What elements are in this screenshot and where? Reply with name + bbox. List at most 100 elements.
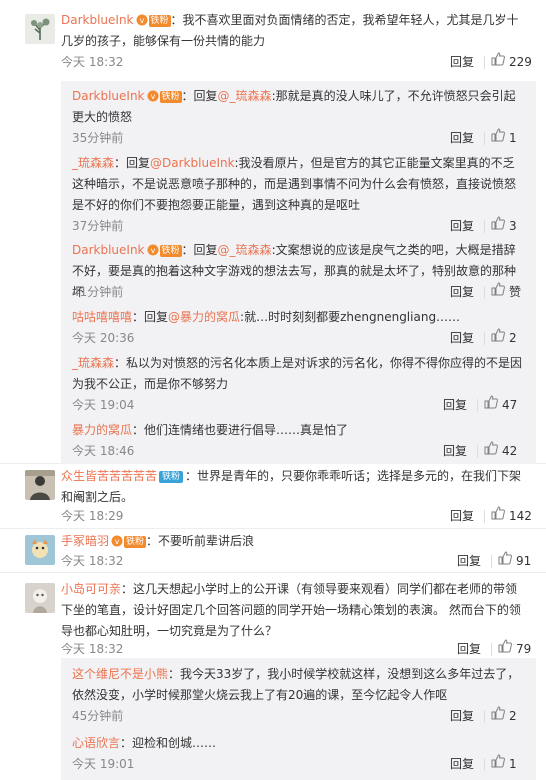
- reply-content: 心语欣言：迎检和创城……: [72, 733, 526, 754]
- fan-badge: 铁粉: [159, 91, 182, 103]
- thumb-up-icon: [491, 506, 505, 527]
- comment-username[interactable]: 小岛可可亲: [61, 582, 121, 596]
- mention-link[interactable]: @_琉森森: [218, 243, 272, 257]
- reply-username[interactable]: DarkblueInk: [72, 243, 145, 257]
- reply-list: DarkblueInk v 铁粉 ：回复@_琉森森:那就是真的没人味儿了，不允许愤怒只…: [61, 81, 536, 464]
- reply-item: 暴力的窝瓜：他们连情绪也要进行倡导……真是怕了 今天 18:46 回复 42: [61, 420, 536, 464]
- thumb-up-icon: [491, 754, 505, 775]
- divider: [484, 56, 485, 69]
- reply-username[interactable]: 心语欣言: [72, 736, 120, 750]
- like-count: 2: [509, 709, 517, 723]
- comment-item: 众生皆苦苦苦苦苦 铁粉 ：世界是青年的，只要你乖乖听话；选择是多元的，在我们下架和阉…: [0, 464, 546, 529]
- like-count: 229: [509, 55, 532, 69]
- reply-content: 这个维尼不是小熊：我今天33岁了，我小时候学校就这样，没想到这么多年过去了，依然…: [72, 664, 526, 706]
- reply-button[interactable]: 回复: [457, 551, 481, 572]
- comment-item: 手冢暗羽 v 铁粉 ：不要听前辈讲后浪 今天 18:32 回复 91: [0, 529, 546, 573]
- reply-item: DarkblueInk v 铁粉 ：回复@_琉森森:那就是真的没人味儿了，不允许愤怒只…: [61, 86, 536, 150]
- reply-item: 这个维尼不是小熊：我今天33岁了，我小时候学校就这样，没想到这么多年过去了，依然…: [61, 664, 536, 730]
- reply-button[interactable]: 回复: [450, 128, 474, 149]
- like-count: 1: [509, 131, 517, 145]
- reply-username[interactable]: 咕咕嘻嘻嘻: [72, 310, 132, 324]
- divider: [484, 286, 485, 299]
- thumb-up-icon: [484, 441, 498, 462]
- like-button[interactable]: 2: [491, 328, 517, 349]
- reply-username[interactable]: _琉森森: [72, 156, 114, 170]
- mention-link[interactable]: @_琉森森: [218, 89, 272, 103]
- like-count: 91: [516, 554, 532, 568]
- reply-username[interactable]: DarkblueInk: [72, 89, 145, 103]
- svg-text:v: v: [139, 16, 144, 25]
- reply-text: ：迎检和创城……: [120, 736, 217, 750]
- like-button[interactable]: 47: [484, 395, 517, 416]
- like-button[interactable]: 1: [491, 754, 517, 775]
- vip-badge-icon: v: [111, 533, 123, 547]
- like-button[interactable]: 142: [491, 506, 532, 527]
- reply-button[interactable]: 回复: [443, 441, 467, 462]
- reply-prefix: ：回复: [181, 243, 218, 257]
- like-button[interactable]: 229: [491, 52, 532, 73]
- reply-button[interactable]: 回复: [450, 52, 474, 73]
- reply-item: 心语欣言：迎检和创城…… 今天 19:01 回复 1: [61, 733, 536, 777]
- like-button[interactable]: 91: [498, 551, 531, 572]
- reply-time: 今天 18:46: [72, 444, 135, 458]
- reply-button[interactable]: 回复: [443, 395, 467, 416]
- like-button[interactable]: 赞: [491, 282, 521, 303]
- comment-content: 众生皆苦苦苦苦苦 铁粉 ：世界是青年的，只要你乖乖听话；选择是多元的，在我们下架和阉…: [61, 466, 526, 508]
- thumb-up-icon: [491, 328, 505, 349]
- reply-time: 今天 19:01: [72, 757, 135, 771]
- like-button[interactable]: 1: [491, 128, 517, 149]
- reply-button[interactable]: 回复: [450, 216, 474, 237]
- vip-badge-icon: v: [147, 88, 159, 102]
- reply-time: 今天 20:36: [72, 331, 135, 345]
- thumb-up-icon: [491, 52, 505, 73]
- vip-badge-icon: v: [136, 12, 148, 26]
- reply-time: 45分钟前: [72, 709, 124, 723]
- reply-prefix: ：回复: [132, 310, 169, 324]
- reply-content: 暴力的窝瓜：他们连情绪也要进行倡导……真是怕了: [72, 420, 526, 441]
- comment-time: 今天 18:32: [61, 642, 124, 656]
- fan-badge: 铁粉: [159, 471, 184, 483]
- comment-username[interactable]: DarkblueInk: [61, 13, 134, 27]
- like-count: 47: [502, 398, 518, 412]
- comment-time: 今天 18:32: [61, 554, 124, 568]
- thumb-up-icon: [484, 395, 498, 416]
- reply-button[interactable]: 回复: [450, 706, 474, 727]
- reply-button[interactable]: 回复: [457, 639, 481, 660]
- comment-content: 手冢暗羽 v 铁粉 ：不要听前辈讲后浪: [61, 531, 526, 552]
- reply-content: DarkblueInk v 铁粉 ：回复@_琉森森:那就是真的没人味儿了，不允许愤怒只…: [72, 86, 526, 128]
- avatar[interactable]: [25, 470, 55, 500]
- avatar[interactable]: [25, 583, 55, 613]
- reply-button[interactable]: 回复: [450, 282, 474, 303]
- reply-button[interactable]: 回复: [450, 506, 474, 527]
- like-button[interactable]: 79: [498, 639, 531, 660]
- reply-username[interactable]: 暴力的窝瓜: [72, 423, 132, 437]
- divider: [491, 555, 492, 568]
- like-button[interactable]: 2: [491, 706, 517, 727]
- reply-username[interactable]: _琉森森: [72, 356, 114, 370]
- reply-button[interactable]: 回复: [450, 328, 474, 349]
- comment-time: 今天 18:29: [61, 509, 124, 523]
- like-count: 42: [502, 444, 518, 458]
- avatar[interactable]: [25, 14, 55, 44]
- comment-username[interactable]: 手冢暗羽: [61, 534, 109, 548]
- like-button[interactable]: 3: [491, 216, 517, 237]
- mention-link[interactable]: @DarkblueInk: [150, 156, 235, 170]
- reply-username[interactable]: 这个维尼不是小熊: [72, 667, 168, 681]
- reply-button[interactable]: 回复: [450, 754, 474, 775]
- divider: [477, 445, 478, 458]
- like-button[interactable]: 42: [484, 441, 517, 462]
- like-count: 1: [509, 757, 517, 771]
- reply-content: _琉森森：私以为对愤怒的污名化本质上是对诉求的污名化，你得不得你应得的不是因为我…: [72, 353, 526, 395]
- divider: [491, 643, 492, 656]
- reply-prefix: ：回复: [181, 89, 218, 103]
- avatar[interactable]: [25, 535, 55, 565]
- comment-text: ：这几天想起小学时上的公开课（有领导要来观看）同学们都在老师的带领下坐的笔直，设…: [61, 582, 521, 638]
- comment-content: 小岛可可亲：这几天想起小学时上的公开课（有领导要来观看）同学们都在老师的带领下坐…: [61, 579, 526, 642]
- comment-username[interactable]: 众生皆苦苦苦苦苦: [61, 469, 157, 483]
- reply-text: ：他们连情绪也要进行倡导……真是怕了: [132, 423, 349, 437]
- mention-link[interactable]: @暴力的窝瓜: [168, 310, 240, 324]
- thumb-up-icon: [491, 282, 505, 303]
- svg-text:v: v: [150, 246, 155, 255]
- divider: [484, 132, 485, 145]
- thumb-up-icon: [498, 551, 512, 572]
